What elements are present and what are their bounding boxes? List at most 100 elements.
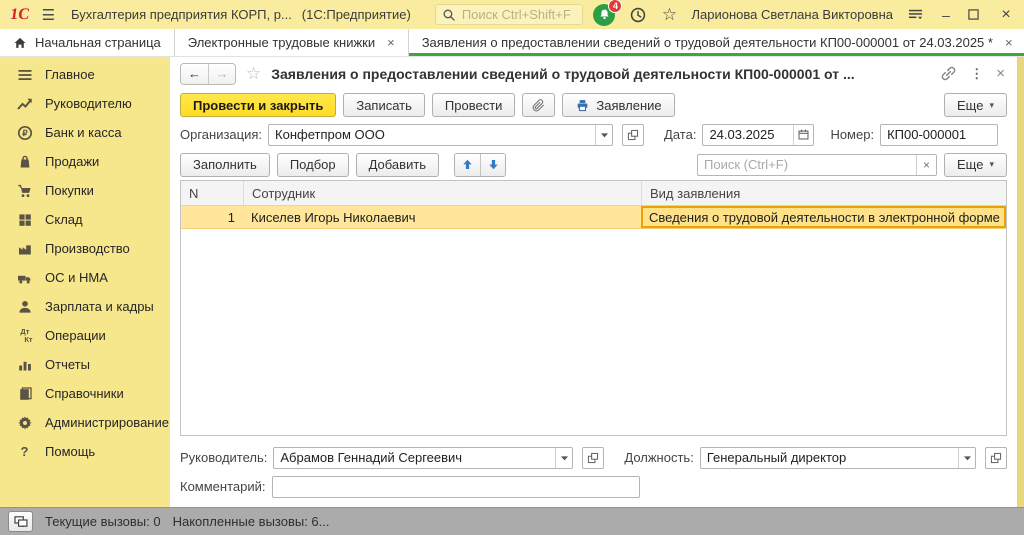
organization-combo	[268, 123, 614, 146]
dtkt-icon: Дт Кт	[20, 327, 33, 344]
table-row[interactable]: 1 Киселев Игорь Николаевич Сведения о тр…	[181, 206, 1006, 229]
service-menu-icon[interactable]	[907, 7, 924, 22]
sidebar-item-operations[interactable]: Дт Кт Операции	[0, 321, 170, 350]
global-search[interactable]	[434, 4, 584, 25]
favorite-star-icon[interactable]: ☆	[246, 64, 261, 84]
sidebar-item-manager[interactable]: Руководителю	[0, 89, 170, 118]
comment-label: Комментарий:	[180, 479, 266, 494]
cell-row-number[interactable]: 1	[181, 206, 243, 228]
pick-button[interactable]: Подбор	[276, 152, 349, 177]
tab-electronic-work-books[interactable]: Электронные трудовые книжки ×	[175, 29, 409, 56]
person-icon	[15, 299, 34, 315]
sidebar-item-label: Покупки	[45, 183, 94, 198]
sidebar-item-warehouse[interactable]: Склад	[0, 205, 170, 234]
cell-employee[interactable]: Киселев Игорь Николаевич	[243, 206, 641, 228]
employees-table: N Сотрудник Вид заявления 1 Киселев Игор…	[180, 180, 1007, 436]
more-actions-icon[interactable]: ⋮	[970, 66, 983, 82]
sidebar-item-label: Отчеты	[45, 357, 90, 372]
sidebar-item-salary-hr[interactable]: Зарплата и кадры	[0, 292, 170, 321]
sidebar-item-label: Руководителю	[45, 96, 132, 111]
link-icon[interactable]	[940, 65, 957, 82]
table-empty-area[interactable]	[181, 229, 1006, 435]
notifications-bell-icon[interactable]: 4	[593, 0, 623, 26]
calendar-icon[interactable]	[793, 124, 813, 145]
date-input[interactable]	[703, 124, 794, 145]
main-menu-icon[interactable]: ☰	[42, 6, 55, 24]
sidebar-item-main[interactable]: Главное	[0, 60, 170, 89]
add-row-button[interactable]: Добавить	[355, 152, 440, 177]
number-input[interactable]	[880, 123, 999, 146]
number-label: Номер:	[830, 127, 875, 142]
chevron-down-icon: ▾	[989, 99, 994, 110]
sidebar-item-bank-cash[interactable]: ₽ Банк и касса	[0, 118, 170, 147]
post-and-close-button[interactable]: Провести и закрыть	[180, 93, 337, 117]
column-header-n: N	[189, 185, 199, 201]
sidebar-item-purchases[interactable]: Покупки	[0, 176, 170, 205]
window-edge-strip	[1017, 57, 1024, 507]
manager-label: Руководитель:	[180, 450, 268, 465]
factory-icon	[15, 241, 34, 257]
app-title-suffix: (1С:Предприятие)	[301, 7, 411, 22]
position-input[interactable]	[700, 447, 958, 468]
sidebar-item-sales[interactable]: Продажи	[0, 147, 170, 176]
organization-choose-button[interactable]	[622, 123, 645, 146]
user-name[interactable]: Ларионова Светлана Викторовна	[691, 7, 893, 22]
tab-label: Начальная страница	[35, 35, 161, 50]
attachments-button[interactable]	[522, 93, 556, 117]
sidebar-item-fixed-assets[interactable]: ОС и НМА	[0, 263, 170, 292]
sidebar-item-production[interactable]: Производство	[0, 234, 170, 263]
organization-input[interactable]	[269, 124, 596, 145]
sidebar-item-label: Склад	[45, 212, 83, 227]
bag-icon	[15, 154, 34, 170]
date-field	[702, 123, 815, 146]
notification-badge: 4	[608, 0, 623, 13]
minimize-button[interactable]: –	[938, 7, 954, 23]
pallet-icon	[15, 212, 34, 228]
sidebar-item-directories[interactable]: Справочники	[0, 379, 170, 408]
move-row-down-button[interactable]	[480, 153, 506, 176]
close-document-icon[interactable]: ×	[996, 65, 1005, 82]
back-button[interactable]: ←	[181, 63, 208, 84]
post-button[interactable]: Провести	[431, 93, 516, 117]
organization-dropdown-icon[interactable]	[595, 124, 612, 145]
app-title: Бухгалтерия предприятия КОРП, р...	[71, 7, 292, 22]
sidebar-item-administration[interactable]: Администрирование	[0, 408, 170, 437]
global-search-input[interactable]	[461, 7, 577, 22]
position-choose-button[interactable]	[985, 446, 1007, 469]
forward-button[interactable]: →	[208, 63, 235, 84]
row-move-group	[454, 152, 507, 177]
sidebar-item-reports[interactable]: Отчеты	[0, 350, 170, 379]
maximize-button[interactable]	[968, 9, 984, 20]
print-statement-button[interactable]: Заявление	[562, 93, 675, 117]
printer-icon	[575, 98, 590, 113]
form-more-button[interactable]: Еще ▾	[944, 93, 1007, 117]
write-button[interactable]: Записать	[343, 93, 425, 117]
tab-statement-document[interactable]: Заявления о предоставлении сведений о тр…	[408, 29, 1024, 56]
truck-icon	[15, 270, 34, 286]
close-tab-icon[interactable]: ×	[387, 35, 395, 50]
tab-home[interactable]: Начальная страница	[0, 29, 175, 56]
search-icon	[442, 8, 456, 22]
manager-dropdown-icon[interactable]	[555, 447, 572, 468]
manager-choose-button[interactable]	[582, 446, 605, 469]
manager-input[interactable]	[274, 447, 556, 468]
sidebar-item-label: Администрирование	[45, 415, 169, 430]
clear-search-icon[interactable]: ×	[916, 154, 936, 175]
home-icon	[13, 36, 27, 50]
button-label: Заявление	[596, 97, 662, 113]
fill-button[interactable]: Заполнить	[180, 152, 270, 177]
favorites-star-icon[interactable]: ☆	[661, 5, 677, 25]
sidebar-item-help[interactable]: ? Помощь	[0, 437, 170, 466]
button-label: Еще	[957, 157, 984, 172]
move-row-up-button[interactable]	[455, 153, 481, 176]
column-header-kind: Вид заявления	[641, 181, 1006, 205]
close-window-button[interactable]: ×	[998, 6, 1014, 24]
performance-monitor-icon	[8, 511, 33, 532]
history-icon[interactable]	[629, 6, 647, 24]
position-dropdown-icon[interactable]	[958, 447, 975, 468]
close-tab-icon[interactable]: ×	[1005, 35, 1013, 50]
cell-statement-kind[interactable]: Сведения о трудовой деятельности в элект…	[641, 206, 1006, 228]
table-more-button[interactable]: Еще ▾	[944, 152, 1007, 177]
table-search-input[interactable]	[698, 157, 917, 172]
comment-input[interactable]	[271, 475, 640, 498]
